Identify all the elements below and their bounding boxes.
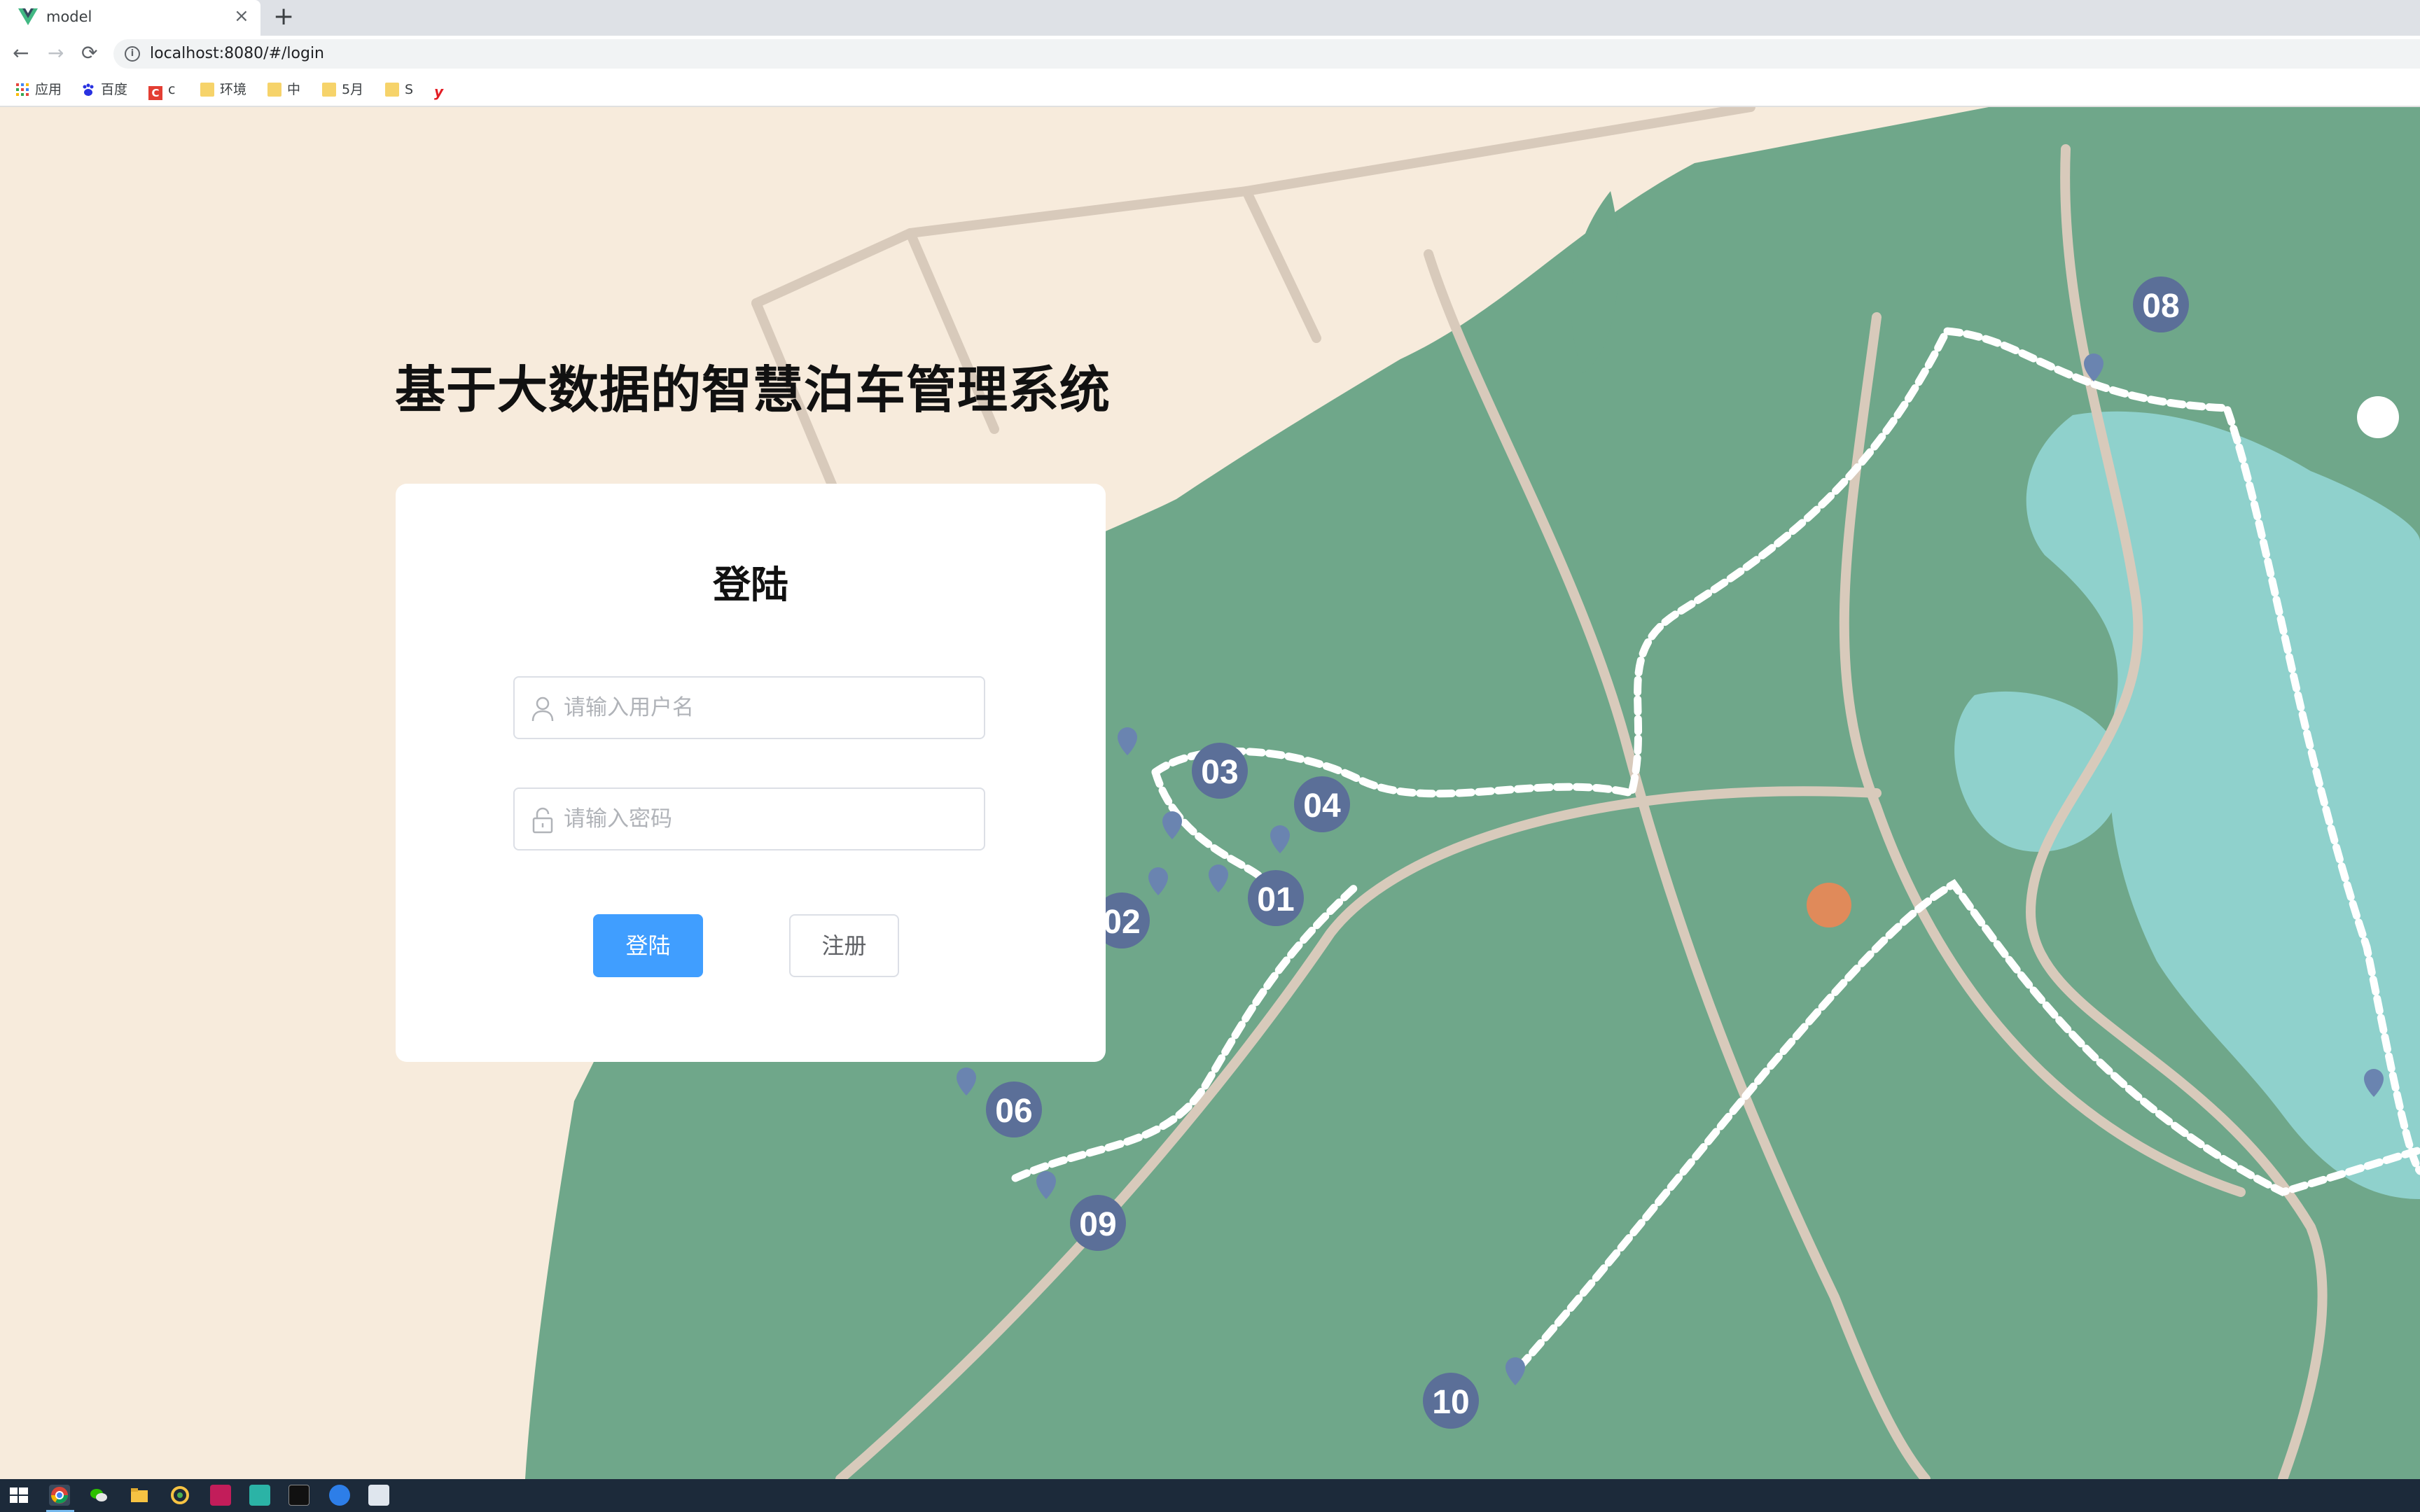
tab-close-icon[interactable]: × <box>234 6 249 27</box>
pycharm-taskbar-icon[interactable] <box>249 1485 270 1506</box>
bookmark-label: 应用 <box>35 82 62 97</box>
chrome-taskbar-icon[interactable] <box>49 1485 70 1506</box>
info-icon[interactable]: i <box>125 46 140 62</box>
wechat-taskbar-icon[interactable] <box>88 1485 109 1506</box>
page-content: 01 02 03 04 06 08 09 10 基于大数据的智慧泊车管理系统 登… <box>0 107 2420 1479</box>
folder-icon <box>385 83 399 97</box>
marker-label: 03 <box>1201 754 1238 791</box>
marker-label: 04 <box>1303 788 1341 825</box>
page-title: 基于大数据的智慧泊车管理系统 <box>395 360 1111 419</box>
marker-label: 10 <box>1432 1384 1469 1421</box>
bookmarks-bar: 应用 百度 Cc 环境 中 5月 S y <box>0 72 2420 107</box>
marker-label: 06 <box>995 1093 1032 1130</box>
back-arrow-icon[interactable]: ← <box>13 41 29 65</box>
marker-label: 09 <box>1079 1206 1116 1243</box>
user-icon <box>531 696 554 722</box>
bookmark-label: S <box>405 82 414 97</box>
vue-logo-icon <box>18 8 38 25</box>
background-map: 01 02 03 04 06 08 09 10 <box>0 107 2420 1479</box>
bookmark-youdao[interactable]: y <box>434 80 454 99</box>
bookmark-folder-env[interactable]: 环境 <box>200 80 246 99</box>
app-root: model × + ← → ⟳ i localhost:8080/#/login… <box>0 0 2420 1512</box>
bookmark-label: 中 <box>287 82 301 97</box>
bookmark-csdn[interactable]: Cc <box>148 80 176 100</box>
os-taskbar <box>0 1479 2420 1512</box>
bookmark-label: 5月 <box>342 82 364 97</box>
intellij-taskbar-icon[interactable] <box>210 1485 231 1506</box>
windows-start-icon[interactable] <box>8 1485 29 1506</box>
username-input[interactable] <box>564 678 977 738</box>
marker-label: 02 <box>1103 904 1140 941</box>
csdn-icon: C <box>148 86 162 100</box>
new-tab-icon[interactable]: + <box>273 3 294 31</box>
youdao-icon: y <box>434 83 444 100</box>
bookmark-label: c <box>168 82 176 97</box>
terminal-taskbar-icon[interactable] <box>288 1485 310 1506</box>
browser-taskbar-icon[interactable] <box>329 1485 350 1506</box>
folder-icon <box>322 83 336 97</box>
app-taskbar-icon[interactable] <box>169 1485 190 1506</box>
folder-icon <box>200 83 214 97</box>
file-explorer-taskbar-icon[interactable] <box>129 1485 150 1506</box>
forward-arrow-icon[interactable]: → <box>48 41 64 65</box>
username-field[interactable] <box>513 676 985 739</box>
login-card: 登陆 <box>396 484 1106 1062</box>
lock-icon <box>532 807 553 834</box>
bookmark-folder-zhong[interactable]: 中 <box>267 80 300 99</box>
password-field[interactable] <box>513 788 985 850</box>
bookmark-label: 环境 <box>220 82 247 97</box>
bookmark-label: 百度 <box>101 82 128 97</box>
reload-icon[interactable]: ⟳ <box>81 41 97 65</box>
address-bar[interactable]: i localhost:8080/#/login <box>113 39 2420 69</box>
notepad-taskbar-icon[interactable] <box>368 1485 389 1506</box>
url-text[interactable]: localhost:8080/#/login <box>150 45 324 62</box>
marker-label: 08 <box>2142 288 2179 325</box>
login-heading: 登陆 <box>713 563 788 607</box>
browser-toolbar: ← → ⟳ i localhost:8080/#/login <box>0 36 2420 72</box>
apps-grid-icon <box>16 83 29 96</box>
baidu-icon <box>83 83 94 96</box>
login-button[interactable]: 登陆 <box>593 914 703 977</box>
browser-tab[interactable]: model × <box>0 0 260 36</box>
bookmark-folder-s[interactable]: S <box>385 80 413 99</box>
bookmark-folder-may[interactable]: 5月 <box>322 80 363 99</box>
browser-tab-strip: model × + <box>0 0 2420 36</box>
bookmark-baidu[interactable]: 百度 <box>81 80 127 99</box>
register-button[interactable]: 注册 <box>789 914 899 977</box>
bookmark-apps[interactable]: 应用 <box>15 80 62 99</box>
marker-label: 01 <box>1257 881 1294 918</box>
tab-title: model <box>46 8 92 25</box>
folder-icon <box>267 83 281 97</box>
password-input[interactable] <box>564 789 977 849</box>
